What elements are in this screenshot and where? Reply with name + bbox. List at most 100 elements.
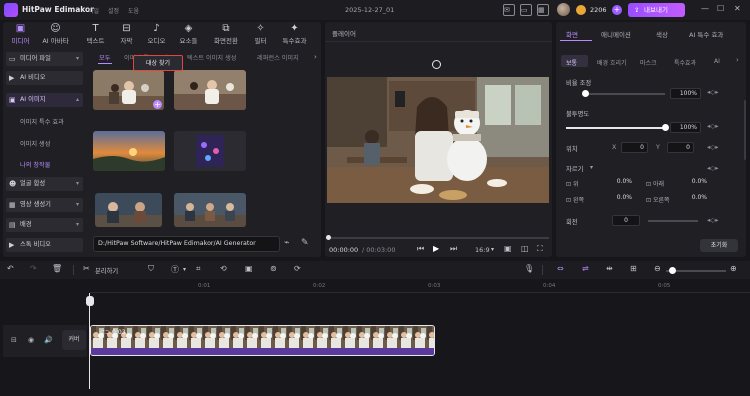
chevron-down-icon[interactable]: ▾ xyxy=(183,266,186,273)
add-credits-icon[interactable]: + xyxy=(612,5,622,15)
zoom-slider-knob[interactable] xyxy=(669,267,676,274)
tab-filters[interactable]: ✧ 필터 xyxy=(243,23,278,45)
tab-ai-avatar[interactable]: ☺ AI 아바타 xyxy=(38,23,73,45)
video-preview[interactable] xyxy=(327,77,549,203)
add-to-timeline-icon[interactable]: + xyxy=(153,100,162,109)
rotate-slider-track[interactable] xyxy=(648,220,698,222)
keyframe-controls-icon[interactable]: ◂◇▸ xyxy=(707,88,719,96)
sidebar-item-face-swap[interactable]: ☻ 얼굴 합성 ▾ xyxy=(6,177,83,191)
fit-zoom-icon[interactable]: ⊞ xyxy=(630,264,637,273)
redo-icon[interactable]: ↷ xyxy=(30,264,37,273)
split-icon[interactable]: ✂ xyxy=(83,264,90,273)
track-lock-icon[interactable]: ⊟ xyxy=(11,336,17,344)
chevron-right-icon[interactable]: › xyxy=(736,56,739,64)
next-frame-icon[interactable]: ⏭ xyxy=(450,244,457,254)
properties-scrollbar[interactable] xyxy=(744,100,746,160)
undo-icon[interactable]: ↶ xyxy=(7,264,14,273)
keyframe-controls-icon[interactable]: ◂◇▸ xyxy=(707,216,719,224)
rotate-icon[interactable]: ⟲ xyxy=(220,264,227,273)
subtab-reference-image[interactable]: 레퍼런스 이미지 xyxy=(257,53,299,62)
tab-screen[interactable]: 화면 xyxy=(566,29,578,39)
sidebar-item-background[interactable]: ▤ 배경 ▾ xyxy=(6,218,83,232)
replace-icon[interactable]: ⟳ xyxy=(294,264,301,273)
play-icon[interactable]: ▶ xyxy=(433,244,439,253)
media-thumbnail[interactable] xyxy=(95,193,162,227)
close-icon[interactable]: ✕ xyxy=(734,4,741,13)
delete-icon[interactable]: 🗑 xyxy=(52,264,62,273)
menu-help[interactable]: 도움 xyxy=(128,6,139,15)
crop-bottom-field[interactable]: 0.0% xyxy=(680,177,710,188)
position-y-field[interactable]: 0 xyxy=(667,142,694,153)
sidebar-item-stock-video[interactable]: ▶ 스톡 비디오 xyxy=(6,238,83,252)
sidebar-item-ai-video[interactable]: ▶ AI 비디오 xyxy=(6,71,83,85)
prev-frame-icon[interactable]: ⏮ xyxy=(417,244,424,254)
subtab-mask[interactable]: 마스크 xyxy=(640,58,657,67)
sidebar-subitem-my-creations[interactable]: 나의 창작물 xyxy=(20,160,50,169)
aspect-ratio-select[interactable]: 16:9 xyxy=(475,246,490,254)
crop-left-field[interactable]: 0.0% xyxy=(605,193,635,204)
crop-top-field[interactable]: 0.0% xyxy=(605,177,635,188)
feedback-icon[interactable]: ✉ xyxy=(503,4,515,16)
export-button[interactable]: ⇪ 내보내기 xyxy=(628,3,685,17)
shield-icon[interactable]: ⛉ xyxy=(148,264,154,274)
media-thumbnail[interactable] xyxy=(174,70,246,110)
snap-magnet-icon[interactable]: ⇔ xyxy=(557,264,564,273)
opacity-value-field[interactable]: 100% xyxy=(670,122,701,133)
tab-effects[interactable]: ✦ 특수효과 xyxy=(277,23,312,45)
sidebar-item-media-files[interactable]: ▭ 미디어 파일 ▾ xyxy=(6,52,83,66)
media-thumbnail[interactable]: + xyxy=(93,70,164,110)
maximize-icon[interactable]: ☐ xyxy=(717,4,724,13)
position-x-field[interactable]: 0 xyxy=(621,142,648,153)
text-box-icon[interactable]: Ⓣ xyxy=(171,264,179,275)
crop-right-field[interactable]: 0.0% xyxy=(680,193,710,204)
subtab-background-blur[interactable]: 배경 흐리기 xyxy=(597,58,627,67)
menu-file[interactable]: 파일 xyxy=(88,6,99,15)
playhead[interactable] xyxy=(89,293,90,389)
rotate-value-field[interactable]: 0 xyxy=(612,215,640,226)
timeline-clip[interactable]: ⊂⊃ 0:03 xyxy=(90,325,435,356)
rotate-handle-icon[interactable] xyxy=(432,60,441,69)
subtab-ai[interactable]: AI xyxy=(714,58,720,65)
playback-progress-knob[interactable] xyxy=(326,235,331,240)
output-path-field[interactable]: D:/HitPaw Software/HitPaw Edimakor/AI Ge… xyxy=(93,236,280,252)
sidebar-item-ai-image[interactable]: ▣ AI 이미지 ▴ xyxy=(6,93,83,107)
keyframe-controls-icon[interactable]: ◂◇▸ xyxy=(707,122,719,130)
ripple-icon[interactable]: ⇹ xyxy=(606,264,613,273)
subtab-normal[interactable]: 보통 xyxy=(566,58,577,67)
keyframe-controls-icon[interactable]: ◂◇▸ xyxy=(707,164,719,172)
tab-color[interactable]: 색상 xyxy=(656,29,668,39)
layout-icon[interactable]: ▭ xyxy=(520,4,532,16)
media-thumbnail[interactable] xyxy=(174,131,246,171)
track-audio-icon[interactable]: 🔊 xyxy=(44,336,53,344)
scale-value-field[interactable]: 100% xyxy=(670,88,701,99)
tab-elements[interactable]: ◈ 요소들 xyxy=(171,23,206,45)
zoom-in-icon[interactable]: ⊕ xyxy=(730,264,737,273)
subtab-text-to-image[interactable]: 텍스트 이미지 생성 xyxy=(187,53,236,62)
keyframe-controls-icon[interactable]: ◂◇▸ xyxy=(707,143,719,151)
calendar-icon[interactable]: ▦ xyxy=(537,4,549,16)
split-label[interactable]: 분리하기 xyxy=(95,266,118,275)
track-visibility-icon[interactable]: ◉ xyxy=(28,336,34,344)
quality-icon[interactable]: ◫ xyxy=(521,244,529,253)
opacity-slider-knob[interactable] xyxy=(662,124,669,131)
cover-button[interactable]: 커버 xyxy=(62,330,86,350)
tab-media[interactable]: ▣ 미디어 xyxy=(3,23,38,45)
microphone-icon[interactable]: 🎙 xyxy=(524,264,534,273)
scale-slider-track[interactable] xyxy=(585,93,665,95)
tab-text[interactable]: T 텍스트 xyxy=(78,23,113,45)
playhead-handle[interactable] xyxy=(86,296,94,306)
subtab-special-effects[interactable]: 특수효과 xyxy=(674,58,696,67)
sidebar-item-video-generator[interactable]: ▦ 영상 생성기 ▾ xyxy=(6,198,83,212)
sidebar-subitem-image-generation[interactable]: 이미지 생성 xyxy=(20,139,50,148)
opacity-slider-track[interactable] xyxy=(566,127,665,129)
tab-audio[interactable]: ♪ 오디오 xyxy=(139,23,174,45)
scale-slider-knob[interactable] xyxy=(582,90,589,97)
tab-transitions[interactable]: ⧉ 화면전환 xyxy=(206,23,246,45)
sidebar-subitem-image-effects[interactable]: 이미지 특수 효과 xyxy=(20,117,64,126)
folder-open-icon[interactable]: ⌁ xyxy=(284,238,289,248)
playback-progress-track[interactable] xyxy=(327,237,549,239)
chevron-down-icon[interactable]: ▾ xyxy=(590,164,593,171)
audio-detach-icon[interactable]: ⊚ xyxy=(270,264,277,273)
snapshot-icon[interactable]: ▣ xyxy=(504,244,512,253)
tab-animation[interactable]: 애니메이션 xyxy=(601,29,631,39)
